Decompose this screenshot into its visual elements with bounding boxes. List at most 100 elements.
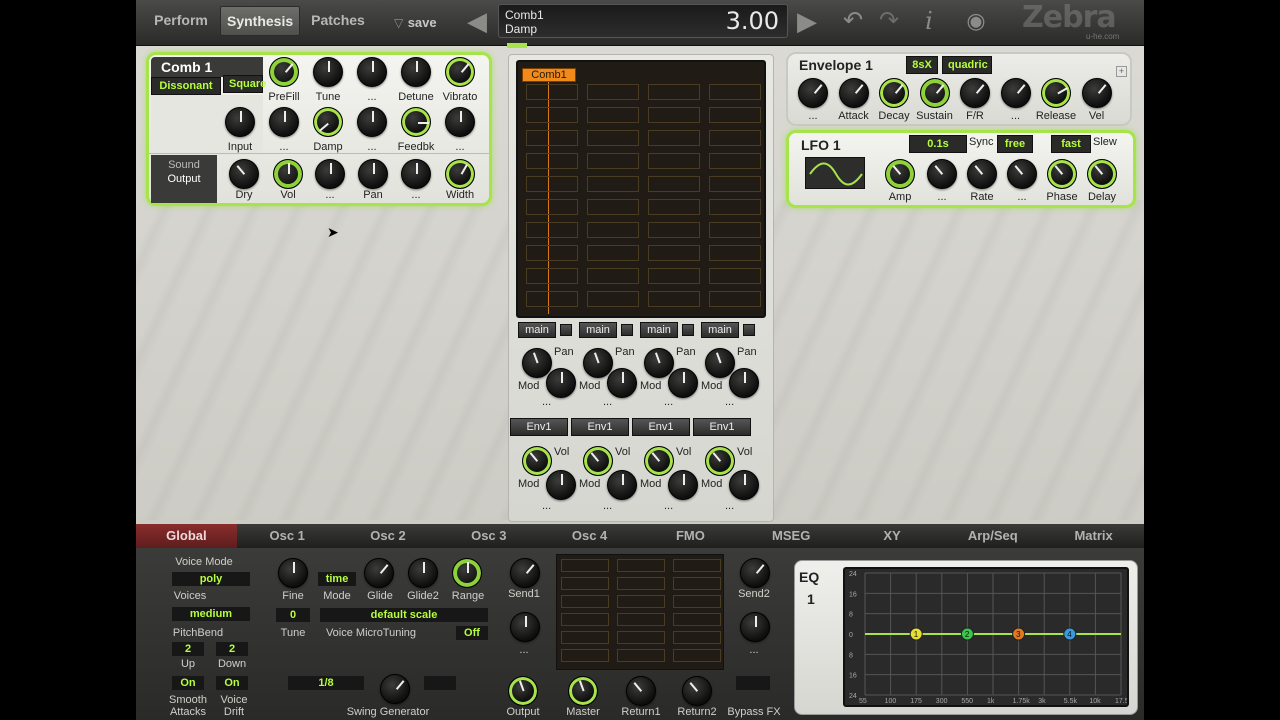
lfo-rate-tag[interactable]: 0.1s [909, 135, 967, 153]
bus-toggle[interactable] [682, 324, 694, 336]
matrix-cell[interactable] [587, 291, 639, 307]
expand-icon[interactable]: + [1116, 66, 1127, 77]
bus-knob[interactable] [583, 348, 613, 378]
global-matrix-cell[interactable] [561, 649, 609, 662]
bottom-tab-osc-1[interactable]: Osc 1 [237, 524, 338, 548]
tune-knob[interactable] [313, 57, 343, 87]
global-matrix-cell[interactable] [617, 577, 665, 590]
matrix-cell[interactable] [526, 130, 578, 146]
output-knob[interactable] [508, 676, 538, 706]
vol-knob[interactable] [273, 159, 303, 189]
matrix-cell[interactable] [648, 268, 700, 284]
input-knob[interactable] [225, 107, 255, 137]
global-matrix-cell[interactable] [673, 559, 721, 572]
comb-knob-9[interactable] [357, 107, 387, 137]
global-matrix-cell[interactable] [673, 595, 721, 608]
tune-value[interactable]: 0 [276, 608, 310, 622]
voices-value[interactable]: medium [172, 607, 250, 621]
vibrato-knob[interactable] [445, 57, 475, 87]
comb-title[interactable]: Comb 1 [151, 57, 263, 77]
send2-knob[interactable] [740, 558, 770, 588]
matrix-cell[interactable] [709, 153, 761, 169]
tab-perform[interactable]: Perform [142, 6, 220, 36]
env-source-button[interactable]: Env1 [510, 418, 568, 436]
matrix-cell[interactable] [587, 130, 639, 146]
redo-icon[interactable]: ↷ [878, 7, 900, 35]
env-source-button[interactable]: Env1 [571, 418, 629, 436]
voice-mode-value[interactable]: poly [172, 572, 250, 586]
matrix-cell[interactable] [587, 153, 639, 169]
global-matrix-cell[interactable] [561, 631, 609, 644]
matrix-cell[interactable] [526, 222, 578, 238]
envelope-time-tag[interactable]: 8sX [906, 56, 938, 74]
range-knob[interactable] [452, 558, 482, 588]
send1-mod-knob[interactable] [510, 612, 540, 642]
return1-knob[interactable] [626, 676, 656, 706]
prev-arrow-icon[interactable]: ◀ [466, 7, 488, 35]
pan-knob[interactable] [668, 368, 698, 398]
comb-knob-3[interactable] [357, 57, 387, 87]
matrix-cell[interactable] [526, 245, 578, 261]
matrix-cell[interactable] [648, 176, 700, 192]
matrix-cell[interactable] [648, 153, 700, 169]
tab-synthesis[interactable]: Synthesis [220, 6, 300, 36]
detune-knob[interactable] [401, 57, 431, 87]
envelope-knob-5[interactable] [1000, 78, 1031, 108]
swing-extra-field[interactable] [424, 676, 456, 690]
voice-drift-toggle[interactable]: On [216, 676, 248, 690]
bus-knob[interactable] [644, 348, 674, 378]
matrix-cell[interactable] [648, 291, 700, 307]
envelope-knob-2[interactable] [879, 78, 909, 108]
global-matrix-cell[interactable] [561, 559, 609, 572]
bus-main-button[interactable]: main [640, 322, 678, 338]
swing-knob[interactable] [380, 674, 410, 704]
matrix-cell[interactable] [709, 291, 761, 307]
matrix-cell[interactable] [526, 199, 578, 215]
env-knob[interactable] [705, 446, 735, 476]
comb-knob-7[interactable] [269, 107, 299, 137]
matrix-cell[interactable] [648, 199, 700, 215]
matrix-cell[interactable] [587, 199, 639, 215]
info-icon[interactable]: i [918, 7, 940, 35]
envelope-knob-6[interactable] [1041, 78, 1071, 108]
smooth-attacks-toggle[interactable]: On [172, 676, 204, 690]
matrix-cell[interactable] [709, 84, 761, 100]
vol-knob[interactable] [668, 470, 698, 500]
comb-knob-11[interactable] [445, 107, 475, 137]
matrix-cell[interactable] [587, 222, 639, 238]
global-matrix-cell[interactable] [673, 631, 721, 644]
tab-patches[interactable]: Patches [302, 6, 374, 36]
comb-out-knob-5[interactable] [401, 159, 431, 189]
comb-out-knob-3[interactable] [315, 159, 345, 189]
global-matrix-cell[interactable] [617, 649, 665, 662]
lfo-free-tag[interactable]: free [997, 135, 1033, 153]
global-matrix-cell[interactable] [673, 613, 721, 626]
lfo-waveform-display[interactable] [805, 157, 865, 189]
mode-value[interactable]: time [318, 572, 356, 586]
bottom-tab-osc-3[interactable]: Osc 3 [438, 524, 539, 548]
comb-mode-dissonant[interactable]: Dissonant [151, 77, 221, 95]
global-matrix-cell[interactable] [673, 577, 721, 590]
vol-knob[interactable] [607, 470, 637, 500]
bus-main-button[interactable]: main [579, 322, 617, 338]
envelope-knob-0[interactable] [798, 78, 828, 108]
matrix-cell[interactable] [709, 130, 761, 146]
matrix-cell[interactable] [648, 84, 700, 100]
pan-knob[interactable] [607, 368, 637, 398]
envelope-shape-tag[interactable]: quadric [942, 56, 992, 74]
lfo-knob-5[interactable] [1087, 159, 1117, 189]
global-matrix-cell[interactable] [561, 595, 609, 608]
envelope-knob-4[interactable] [960, 78, 990, 108]
global-matrix-cell[interactable] [561, 577, 609, 590]
matrix-cell[interactable] [709, 176, 761, 192]
bottom-tab-matrix[interactable]: Matrix [1043, 524, 1144, 548]
lfo-title[interactable]: LFO 1 [791, 135, 903, 155]
global-matrix-cell[interactable] [617, 631, 665, 644]
matrix-cell[interactable] [587, 245, 639, 261]
glide-knob[interactable] [364, 558, 394, 588]
bus-toggle[interactable] [621, 324, 633, 336]
matrix-cell[interactable] [587, 268, 639, 284]
undo-icon[interactable]: ↶ [842, 7, 864, 35]
matrix-cell[interactable] [526, 84, 578, 100]
bus-knob[interactable] [522, 348, 552, 378]
